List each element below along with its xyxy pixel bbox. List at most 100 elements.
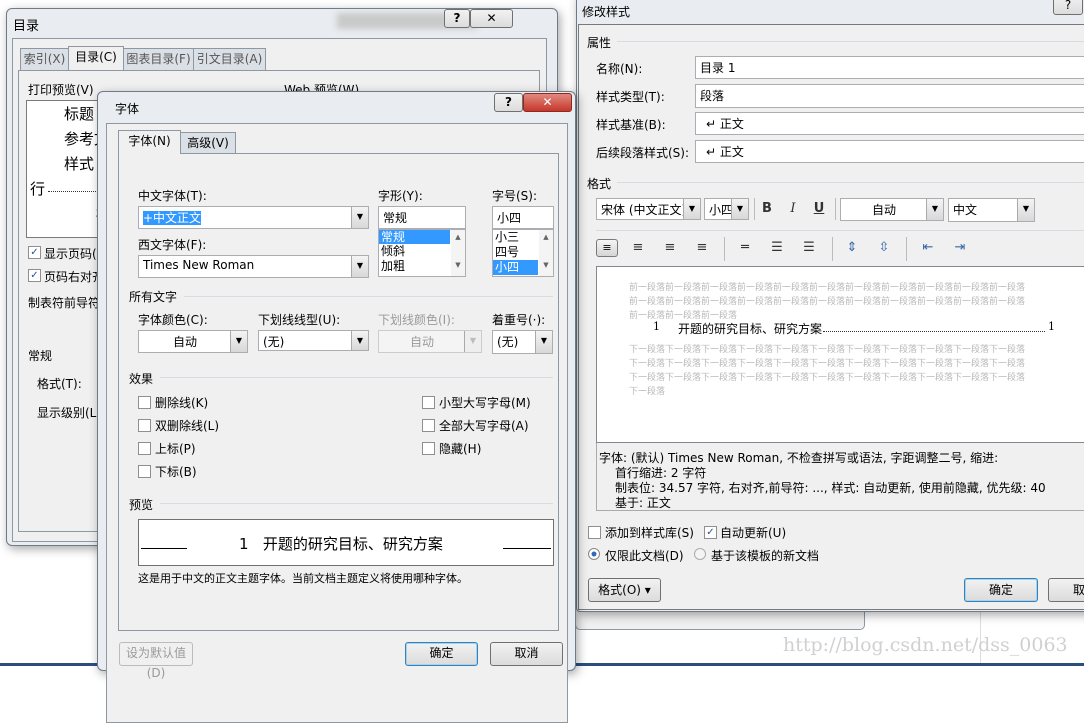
subscript-label: 下标(B) <box>155 465 197 479</box>
style-option[interactable]: 常规 <box>379 230 450 244</box>
right-align-checkbox[interactable]: ✓ <box>28 269 41 282</box>
watermark: http://blog.csdn.net/dss_0063 <box>783 634 1068 656</box>
name-input[interactable]: 目录 1 <box>695 56 1084 79</box>
tab-font[interactable]: 字体(N) <box>118 130 181 154</box>
tab-index[interactable]: 索引(X) <box>20 48 69 70</box>
help-button[interactable]: ? <box>1053 0 1083 15</box>
based-on-label: 样式基准(B): <box>596 118 666 132</box>
tab-figures[interactable]: 图表目录(F) <box>123 48 194 70</box>
hidden-label: 隐藏(H) <box>439 442 482 456</box>
new-documents-radio[interactable] <box>694 548 706 560</box>
based-on-select[interactable]: ↵ 正文 <box>695 112 1084 135</box>
description-line: 基于: 正文 <box>615 496 671 510</box>
scrollbar[interactable]: ▲ ▼ <box>539 230 553 276</box>
increase-spacing-icon[interactable]: ⇕ <box>842 240 862 255</box>
help-button[interactable]: ? <box>444 9 470 28</box>
font-value: 宋体 (中文正文) <box>601 203 687 217</box>
scrollbar[interactable]: ▲ ▼ <box>451 230 465 276</box>
western-font-select[interactable]: Times New Roman ▼ <box>138 255 369 278</box>
emphasis-label: 着重号(·): <box>492 313 546 327</box>
preview-next-line: 下一段落下一段落下一段落下一段落下一段落下一段落下一段落下一段落下一段落下一段落… <box>629 359 1026 369</box>
chevron-down-icon: ▼ <box>351 207 368 228</box>
add-to-gallery-checkbox[interactable] <box>588 526 601 539</box>
this-document-radio[interactable] <box>588 548 600 560</box>
strikethrough-checkbox[interactable] <box>138 396 151 409</box>
tab-advanced[interactable]: 高级(V) <box>180 132 236 154</box>
underline-button[interactable]: U <box>809 201 829 216</box>
underline-style-select[interactable]: (无) ▼ <box>258 330 369 351</box>
justify-icon[interactable]: ≡ <box>692 240 712 255</box>
show-page-numbers-checkbox[interactable]: ✓ <box>28 246 41 259</box>
new-documents-label: 基于该模板的新文档 <box>711 549 820 563</box>
size-select[interactable]: 小四 ▼ <box>704 198 749 220</box>
toolbar-separator <box>835 198 836 220</box>
double-spacing-icon[interactable]: ☰ <box>799 240 819 255</box>
divider <box>617 182 1084 183</box>
chevron-down-icon: ▼ <box>683 199 700 219</box>
decrease-indent-icon[interactable]: ⇤ <box>918 240 938 255</box>
preview-rule-left <box>141 548 187 549</box>
ok-button[interactable]: 确定 <box>964 578 1038 602</box>
font-select[interactable]: 宋体 (中文正文) ▼ <box>596 198 701 220</box>
chinese-font-select[interactable]: +中文正文 ▼ <box>138 206 369 229</box>
superscript-checkbox[interactable] <box>138 442 151 455</box>
preview-prev-line: 前一段落前一段落前一段落前一段落前一段落前一段落前一段落前一段落前一段落前一段落… <box>629 297 1026 307</box>
help-button[interactable]: ? <box>494 93 523 112</box>
small-caps-checkbox[interactable] <box>422 396 435 409</box>
divider <box>184 296 553 297</box>
cancel-button[interactable]: 取 <box>1048 578 1084 602</box>
toolbar-separator <box>724 237 725 261</box>
single-spacing-icon[interactable]: ═ <box>735 240 755 255</box>
style-input[interactable]: 常规 <box>378 206 466 229</box>
chevron-down-icon: ▼ <box>230 331 247 352</box>
all-caps-checkbox[interactable] <box>422 419 435 432</box>
double-strikethrough-checkbox[interactable] <box>138 419 151 432</box>
style-listbox[interactable]: 常规 倾斜 加粗 ▲ ▼ <box>378 229 466 277</box>
set-default-button[interactable]: 设为默认值(D) <box>119 642 193 680</box>
subscript-checkbox[interactable] <box>138 465 151 478</box>
tab-citations[interactable]: 引文目录(A) <box>193 48 266 70</box>
language-value: 中文 <box>953 203 978 217</box>
hidden-checkbox[interactable] <box>422 442 435 455</box>
levels-label: 显示级别(L): <box>37 406 106 420</box>
language-select[interactable]: 中文 ▼ <box>948 198 1035 222</box>
preview-rule-right <box>503 548 551 549</box>
preview-next-line: 下一段落下一段落下一段落下一段落下一段落下一段落下一段落下一段落下一段落下一段落… <box>629 373 1026 383</box>
western-font-label: 西文字体(F): <box>138 238 207 252</box>
align-center-icon[interactable]: ≡ <box>628 240 648 255</box>
one-half-spacing-icon[interactable]: ☰ <box>767 240 787 255</box>
following-style-select[interactable]: ↵ 正文 <box>695 140 1084 163</box>
dialog-title: 修改样式 <box>582 5 631 19</box>
cancel-button[interactable]: 取消 <box>490 642 563 666</box>
font-color-value: 自动 <box>172 335 197 349</box>
preview-line: 标题 <box>64 105 95 123</box>
format-menu-button[interactable]: 格式(O) ▾ <box>588 578 661 602</box>
bold-button[interactable]: B <box>757 201 777 216</box>
ok-button[interactable]: 确定 <box>405 642 478 666</box>
color-select[interactable]: 自动 ▼ <box>840 198 944 221</box>
close-button[interactable]: ✕ <box>470 9 513 28</box>
chinese-font-label: 中文字体(T): <box>138 189 207 203</box>
align-right-icon[interactable]: ≡ <box>660 240 680 255</box>
size-listbox[interactable]: 小三 四号 小四 ▲ ▼ <box>492 229 554 277</box>
auto-update-label: 自动更新(U) <box>720 526 787 540</box>
description-line: 制表位: 34.57 字符, 右对齐,前导符: ..., 样式: 自动更新, 使… <box>615 481 1046 495</box>
tab-toc[interactable]: 目录(C) <box>68 46 124 70</box>
chevron-down-icon: ▼ <box>464 331 481 352</box>
close-button[interactable]: ✕ <box>523 93 572 112</box>
preview-entry-title: 开题的研究目标、研究方案 <box>678 322 823 336</box>
italic-button[interactable]: I <box>783 201 803 216</box>
font-color-select[interactable]: 自动 ▼ <box>138 330 248 353</box>
size-input[interactable]: 小四 <box>492 206 554 229</box>
emphasis-select[interactable]: (无) ▼ <box>492 330 553 354</box>
preview-leader-dots <box>823 331 1045 332</box>
style-type-select[interactable]: 段落 <box>695 84 1084 108</box>
decrease-spacing-icon[interactable]: ⇳ <box>874 240 894 255</box>
size-option[interactable]: 小四 <box>493 260 538 275</box>
toolbar-separator <box>754 198 755 220</box>
auto-update-checkbox[interactable]: ✓ <box>704 526 717 539</box>
preview-text: 1 开题的研究目标、研究方案 <box>239 535 443 553</box>
align-left-icon[interactable]: ≡ <box>596 239 618 257</box>
increase-indent-icon[interactable]: ⇥ <box>950 240 970 255</box>
size-value: 小四 <box>709 203 734 217</box>
